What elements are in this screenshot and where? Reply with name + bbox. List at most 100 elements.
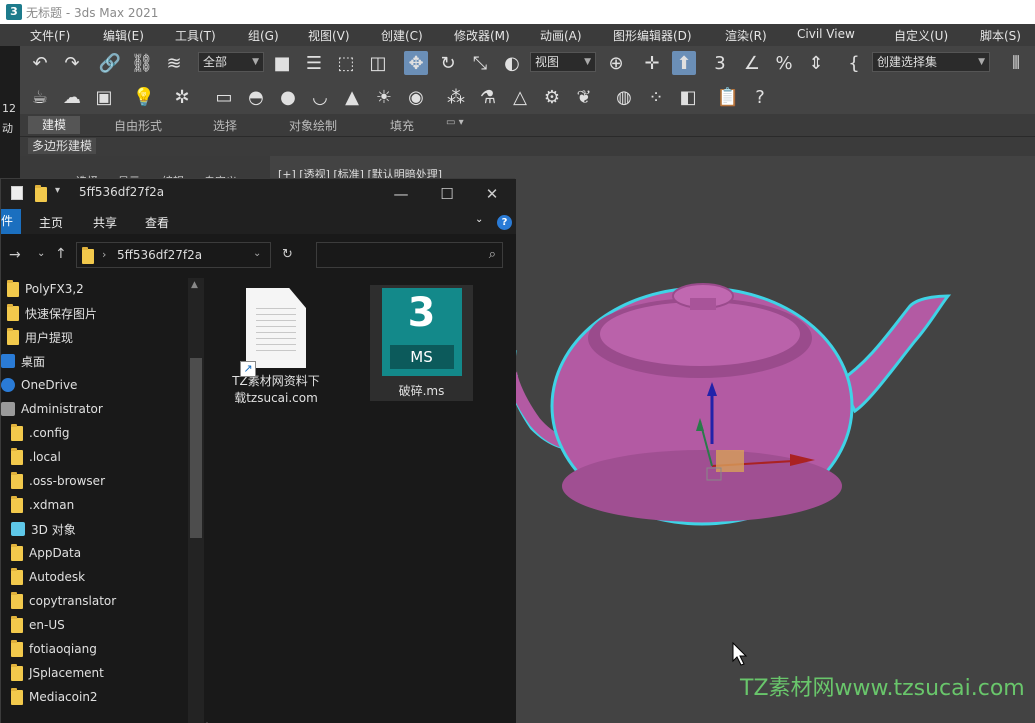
scroll-up-arrow-icon[interactable]: ▲ [191,280,198,290]
menu-animation[interactable]: 动画(A) [540,27,582,44]
physics-icon[interactable]: ⚗ [476,85,500,109]
snaps-toggle-icon[interactable]: 3 [708,51,732,75]
plant-icon[interactable]: ❦ [572,85,596,109]
dome-icon[interactable]: ◓ [244,85,268,109]
menu-customize[interactable]: 自定义(U) [894,27,948,44]
ribbon-options-icon[interactable]: ▭ ▾ [446,117,464,128]
nav-item[interactable]: fotiaoqiang [11,638,97,660]
menu-civil-view[interactable]: Civil View [797,27,855,41]
reference-coord-dropdown[interactable]: 视图 ▼ [530,52,596,72]
ribbon-tab-share[interactable]: 共享 [93,214,117,231]
menu-file[interactable]: 文件(F) [30,27,70,44]
properties-icon[interactable] [11,186,23,200]
rectangular-selection-icon[interactable]: ⬚ [334,51,358,75]
help-icon[interactable]: ? [497,215,512,230]
select-by-name-icon[interactable]: ☰ [302,51,326,75]
nav-item[interactable]: .config [11,422,70,444]
minimize-icon[interactable]: — [390,183,412,205]
up-arrow-icon[interactable]: ↑ [55,246,67,262]
menu-modifiers[interactable]: 修改器(M) [454,27,510,44]
clipboard-icon[interactable]: 📋 [716,85,740,109]
menu-edit[interactable]: 编辑(E) [103,27,144,44]
nav-item[interactable]: 桌面 [1,350,45,372]
teapot-object[interactable] [496,283,952,526]
redo-icon[interactable]: ↷ [60,51,84,75]
gear-icon[interactable]: ⚙ [540,85,564,109]
nav-item[interactable]: .oss-browser [11,470,105,492]
help-icon[interactable]: ? [748,85,772,109]
expand-ribbon-chevron-icon[interactable]: ⌄ [475,214,483,225]
mirror-icon[interactable]: ⫴ [1004,51,1028,75]
bind-space-warp-icon[interactable]: ≋ [162,51,186,75]
nav-item[interactable]: .local [11,446,61,468]
nav-item[interactable]: copytranslator [11,590,116,612]
pyramid-icon[interactable]: △ [508,85,532,109]
menu-tools[interactable]: 工具(T) [175,27,216,44]
nav-pane-scrollbar[interactable]: ▲ [188,278,204,723]
nav-item[interactable]: OneDrive [1,374,77,396]
nav-item[interactable]: AppData [11,542,81,564]
cone-icon[interactable]: ▲ [340,85,364,109]
ribbon-tab-modeling[interactable]: 建模 [28,116,81,134]
ribbon-tab-freeform[interactable]: 自由形式 [114,117,162,134]
select-and-move-icon[interactable]: ✥ [404,51,428,75]
close-icon[interactable]: ✕ [481,183,503,205]
helper-icon[interactable]: ✲ [170,85,194,109]
recent-locations-chevron-icon[interactable]: ⌄ [37,248,45,259]
folder-icon[interactable] [35,185,47,202]
refresh-icon[interactable]: ↻ [282,247,293,262]
plane-icon[interactable]: ▭ [212,85,236,109]
scrollbar-thumb[interactable] [190,358,202,538]
keyboard-shortcut-override-icon[interactable]: ⬆ [672,51,696,75]
select-manipulate-icon[interactable]: ✛ [640,51,664,75]
angle-snap-icon[interactable]: ∠ [740,51,764,75]
menu-scripting[interactable]: 脚本(S) [980,27,1021,44]
nav-item[interactable]: 用户提现 [7,326,73,348]
render-frame-icon[interactable]: ▣ [92,85,116,109]
undo-icon[interactable]: ↶ [28,51,52,75]
selection-filter-dropdown[interactable]: 全部 ▼ [198,52,264,72]
nav-item[interactable]: Autodesk [11,566,85,588]
pivot-center-icon[interactable]: ⊕ [604,51,628,75]
quick-access-chevron-icon[interactable]: ▾ [55,185,60,196]
disc-icon[interactable]: ◉ [404,85,428,109]
address-dropdown-chevron-icon[interactable]: ⌄ [253,248,261,259]
percent-snap-icon[interactable]: % [772,51,796,75]
menu-rendering[interactable]: 渲染(R) [725,27,767,44]
ribbon-tab-selection[interactable]: 选择 [213,117,237,134]
ribbon-tab-home[interactable]: 主页 [39,214,63,231]
ribbon-tab-view[interactable]: 查看 [145,214,169,231]
particles-icon[interactable]: ⁂ [444,85,468,109]
sun-icon[interactable]: ☀ [372,85,396,109]
material-editor-icon[interactable]: ⁘ [644,85,668,109]
cloud-icon[interactable]: ☁ [60,85,84,109]
polygon-modeling-label[interactable]: 多边形建模 [28,138,97,154]
glass-sphere-icon[interactable]: ◍ [612,85,636,109]
select-and-place-icon[interactable]: ◐ [500,51,524,75]
render-setup-icon[interactable]: ◧ [676,85,700,109]
teapot-icon[interactable]: ☕ [28,85,52,109]
nav-item[interactable]: PolyFX3,2 [7,278,84,300]
unlink-icon[interactable]: ⛓ [130,51,154,75]
menu-create[interactable]: 创建(C) [381,27,423,44]
nav-item[interactable]: en-US [11,614,65,636]
spinner-snap-icon[interactable]: ⇕ [804,51,828,75]
nav-item[interactable]: 快速保存图片 [7,302,97,324]
lights-icon[interactable]: 💡 [132,85,156,109]
link-icon[interactable]: 🔗 [98,51,122,75]
nav-item[interactable]: .xdman [11,494,74,516]
edit-named-selection-icon[interactable]: { [842,51,866,75]
maximize-icon[interactable]: ☐ [436,183,458,205]
menu-group[interactable]: 组(G) [248,27,279,44]
menu-views[interactable]: 视图(V) [308,27,350,44]
nav-item[interactable]: 3D 对象 [11,518,76,540]
file-item-shortcut[interactable]: ↗ TZ素材网资料下 载tzsucai.com [221,288,331,416]
select-and-rotate-icon[interactable]: ↻ [436,51,460,75]
address-bar[interactable]: › 5ff536df27f2a ⌄ [76,242,271,268]
nav-item[interactable]: Mediacoin2 [11,686,98,708]
select-and-scale-icon[interactable]: ⤡ [468,51,492,75]
menu-graph-editors[interactable]: 图形编辑器(D) [613,27,692,44]
sphere-icon[interactable]: ● [276,85,300,109]
ribbon-tab-file[interactable]: 件 [1,209,21,234]
search-input[interactable]: ⌕ [316,242,503,268]
